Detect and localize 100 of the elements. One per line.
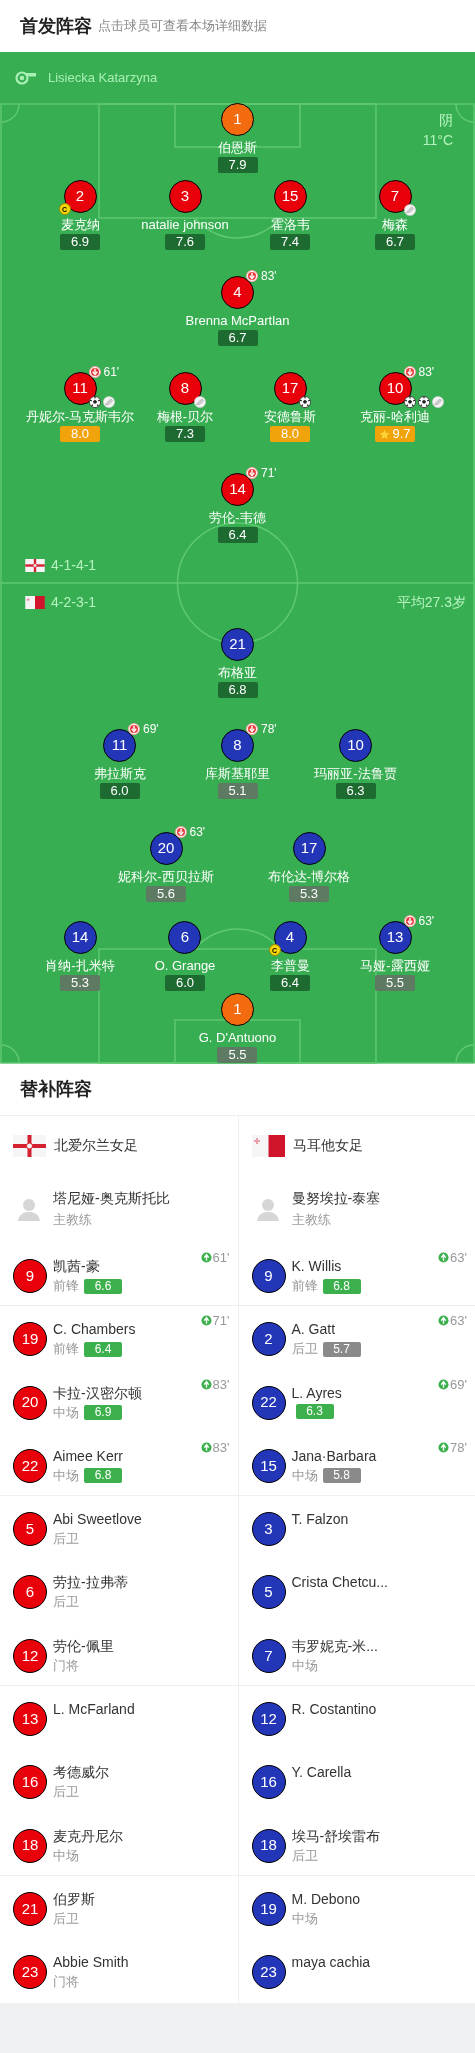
substitution-in-icon — [438, 1441, 450, 1453]
player-position: 后卫 — [53, 1909, 79, 1928]
shirt-number[interactable]: 15 — [273, 180, 307, 213]
player-rating: 6.0 — [165, 975, 205, 991]
shirt-number[interactable]: 4 — [221, 276, 254, 309]
shirt-number[interactable]: 5 — [13, 1512, 47, 1547]
player-name: 马娅-露西娅 — [360, 958, 430, 974]
shirt-number[interactable]: 16 — [251, 1765, 286, 1800]
player-rating: 6.0 — [99, 783, 140, 799]
shirt-number[interactable]: 1 — [221, 103, 254, 136]
shirt-number[interactable]: 23 — [251, 1955, 286, 1990]
shirt-number[interactable]: 19 — [13, 1322, 47, 1357]
substitution-in-icon — [438, 1315, 450, 1327]
shirt-number[interactable]: 15 — [251, 1448, 286, 1483]
shirt-number[interactable]: 8 — [168, 372, 202, 405]
shirt-number[interactable]: 6 — [168, 921, 202, 954]
substitution-in-icon — [200, 1378, 212, 1390]
coach-name: 曼努埃拉-泰塞 — [291, 1189, 381, 1208]
shirt-number[interactable]: 16 — [13, 1765, 47, 1800]
player-name: Crista Chetcu... — [291, 1573, 388, 1593]
shirt-number[interactable]: 7 — [251, 1638, 286, 1673]
player-name: 李普曼 — [270, 958, 310, 974]
player-name: L. McFarland — [53, 1700, 135, 1720]
shirt-number[interactable]: 12 — [13, 1638, 47, 1673]
player-name: Y. Carella — [291, 1763, 352, 1783]
player-rating: 6.7 — [375, 234, 415, 250]
substitution-minute: 63' — [418, 915, 435, 927]
player-position: 后卫 — [53, 1593, 79, 1612]
player-rating: 6.9 — [60, 234, 100, 250]
player-position: 后卫 — [53, 1530, 79, 1549]
substitution-in-icon — [200, 1252, 212, 1263]
substitution-out-icon — [128, 723, 140, 735]
shirt-number[interactable]: 10 — [339, 729, 372, 762]
shirt-number[interactable]: 21 — [13, 1891, 47, 1926]
shirt-number[interactable]: 2 — [251, 1322, 286, 1357]
shirt-number[interactable]: 7 — [378, 180, 412, 213]
player-position: 门将 — [53, 1973, 79, 1992]
shirt-number[interactable]: 5 — [251, 1575, 286, 1610]
shirt-number[interactable]: 3 — [168, 180, 202, 213]
player-name: 梅根-贝尔 — [156, 409, 214, 425]
substitution-out-icon — [246, 723, 258, 735]
shirt-number[interactable]: 14 — [221, 473, 254, 506]
player-rating: 7.4 — [270, 234, 310, 250]
substitution-in-icon — [438, 1252, 450, 1263]
shirt-number[interactable]: 21 — [221, 628, 254, 661]
shirt-number[interactable]: 13 — [13, 1702, 47, 1737]
shirt-number[interactable]: 8 — [221, 729, 254, 762]
substitution-minute: 69' — [450, 1377, 467, 1391]
shirt-number[interactable]: 9 — [251, 1259, 286, 1293]
shirt-number[interactable]: 12 — [251, 1702, 286, 1737]
football-icon — [88, 396, 101, 408]
shirt-number[interactable]: 14 — [63, 921, 97, 954]
shirt-number[interactable]: 18 — [13, 1828, 47, 1863]
flag-icon — [25, 595, 45, 609]
player-name: 布伦达-博尔格 — [267, 869, 351, 885]
substitution-out-icon — [403, 915, 416, 927]
substitution-out-icon — [403, 366, 416, 378]
substitution-in-icon — [438, 1378, 450, 1390]
shirt-number[interactable]: 17 — [273, 372, 307, 405]
shirt-number[interactable]: 6 — [13, 1575, 47, 1610]
shirt-number[interactable]: 23 — [13, 1955, 47, 1990]
substitution-minute: 83' — [212, 1377, 230, 1391]
player-rating: 9.7 — [375, 426, 415, 442]
shirt-number[interactable]: 22 — [251, 1385, 286, 1420]
shirt-number[interactable]: 18 — [251, 1828, 286, 1863]
formation: 4-2-3-1 — [51, 592, 97, 612]
shirt-number[interactable]: 11 — [103, 729, 136, 762]
shirt-number[interactable]: 10 — [378, 372, 412, 405]
player-name: Abi Sweetlove — [53, 1510, 142, 1530]
player-position: 中场 — [291, 1656, 318, 1675]
section-title: 替补阵容 — [20, 1077, 92, 1101]
player-rating: 6.6 — [84, 1278, 122, 1294]
temperature: 11°C — [422, 131, 453, 150]
shirt-number[interactable]: 13 — [378, 921, 412, 954]
player-name: 梅森 — [382, 217, 408, 233]
player-rating: 6.7 — [217, 330, 258, 346]
substitution-in-icon — [200, 1315, 212, 1327]
player-name: 韦罗妮克-米... — [291, 1636, 378, 1656]
substitution-out-icon — [246, 467, 258, 479]
shirt-number[interactable]: 1 — [221, 993, 254, 1026]
player-name: 库斯基耶里 — [205, 766, 270, 782]
substitution-minute: 78' — [450, 1440, 467, 1454]
player-name: 玛丽亚-法鲁贾 — [314, 766, 397, 782]
shirt-number[interactable]: 3 — [251, 1512, 286, 1547]
shirt-number[interactable]: 20 — [13, 1385, 47, 1420]
shirt-number[interactable]: 17 — [292, 832, 326, 865]
shirt-number[interactable]: 20 — [149, 832, 183, 865]
player-name: G. D'Antuono — [198, 1030, 277, 1046]
shirt-number[interactable]: 22 — [13, 1448, 47, 1483]
shirt-number[interactable]: 9 — [13, 1259, 47, 1293]
avatar-icon — [17, 1197, 41, 1221]
team-name: 马耳他女足 — [292, 1136, 363, 1155]
player-rating: 6.8 — [217, 682, 258, 698]
referee-name: Lisiecka Katarzyna — [48, 68, 158, 87]
player-rating: 6.4 — [217, 527, 258, 543]
player-rating: 7.9 — [217, 157, 258, 173]
shirt-number[interactable]: 19 — [251, 1891, 286, 1926]
player-name: 凯茜-豪 — [53, 1257, 101, 1276]
shirt-number[interactable]: 11 — [63, 372, 97, 405]
player-name: C. Chambers — [53, 1320, 136, 1340]
